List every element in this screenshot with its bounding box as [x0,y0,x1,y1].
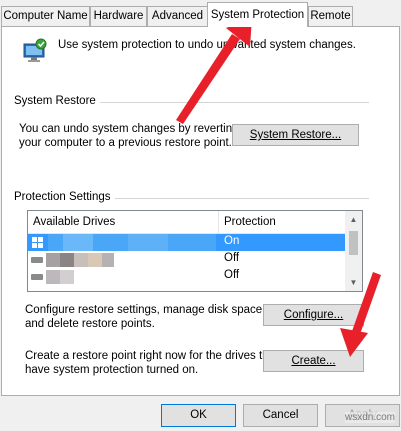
arrow-to-system-protection-tab-icon [176,18,252,124]
tab-system-protection[interactable]: System Protection [207,2,308,27]
arrow-to-create-button-icon [340,272,381,357]
annotation-arrows [176,18,381,357]
